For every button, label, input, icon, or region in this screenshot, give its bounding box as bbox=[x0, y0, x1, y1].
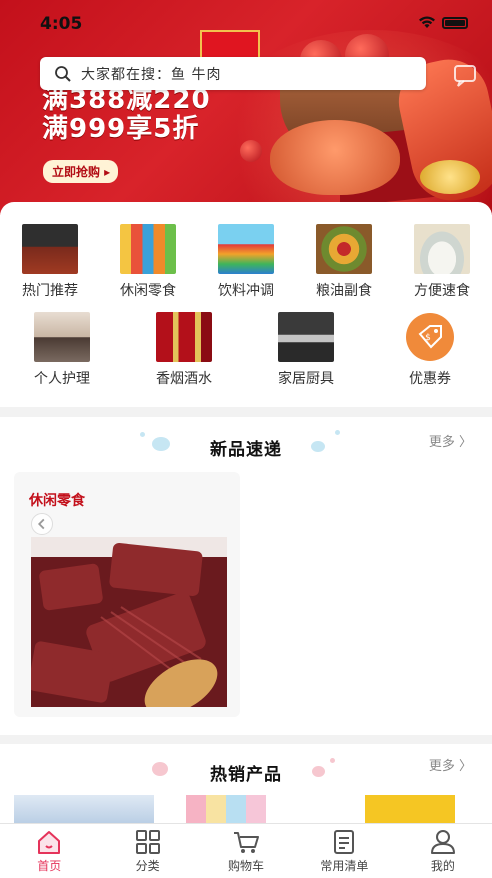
promo-text: 满388减220 满999享5折 bbox=[42, 86, 211, 144]
category-label: 饮料冲调 bbox=[218, 283, 274, 299]
product-card-snacks[interactable]: 休闲零食 bbox=[14, 472, 240, 717]
search-bar[interactable]: 大家都在搜：鱼 牛肉 bbox=[40, 57, 426, 90]
tab-category[interactable]: 分类 bbox=[98, 824, 196, 878]
tab-label: 我的 bbox=[430, 859, 455, 873]
tab-label: 首页 bbox=[37, 859, 62, 873]
category-grid: 热门推荐 休闲零食 饮料冲调 粮油副食 方便速食 个人护理 香烟酒水 家居厨具 bbox=[0, 202, 492, 407]
category-label: 粮油副食 bbox=[316, 283, 372, 299]
category-label: 香烟酒水 bbox=[156, 371, 212, 387]
cherry-image bbox=[240, 140, 262, 162]
list-icon bbox=[334, 830, 355, 854]
category-label: 个人护理 bbox=[34, 371, 90, 387]
wifi-icon bbox=[419, 16, 435, 28]
instant-food-icon bbox=[414, 224, 470, 274]
promo-line-2: 满999享5折 bbox=[42, 114, 200, 144]
category-instant-food[interactable]: 方便速食 bbox=[402, 224, 482, 300]
category-coupon[interactable]: $ 优惠券 bbox=[390, 312, 470, 388]
coupon-icon-wrap: $ bbox=[402, 312, 458, 362]
tab-label: 分类 bbox=[135, 859, 160, 873]
category-personal-care[interactable]: 个人护理 bbox=[22, 312, 102, 388]
new-arrivals-more-link[interactable]: 更多 〉 bbox=[429, 431, 472, 450]
hot-products-more-link[interactable]: 更多 〉 bbox=[429, 755, 472, 774]
cart-icon bbox=[234, 832, 260, 853]
category-drinks[interactable]: 饮料冲调 bbox=[206, 224, 286, 300]
chevron-left-icon[interactable] bbox=[31, 513, 53, 535]
product-card-title: 休闲零食 bbox=[29, 493, 85, 509]
category-label: 优惠券 bbox=[409, 371, 451, 387]
new-arrivals-title: 新品速递 bbox=[210, 440, 282, 460]
hot-product-image[interactable] bbox=[365, 795, 455, 825]
tab-label: 常用清单 bbox=[320, 859, 369, 873]
personal-care-icon bbox=[34, 312, 90, 362]
home-kitchen-icon bbox=[278, 312, 334, 362]
hot-product-image[interactable] bbox=[186, 795, 266, 825]
category-hot-recommend[interactable]: 热门推荐 bbox=[10, 224, 90, 300]
category-label: 方便速食 bbox=[414, 283, 470, 299]
battery-icon bbox=[442, 16, 468, 29]
category-snacks[interactable]: 休闲零食 bbox=[108, 224, 188, 300]
svg-text:$: $ bbox=[425, 333, 431, 343]
grain-oil-icon bbox=[316, 224, 372, 274]
tobacco-liquor-icon bbox=[156, 312, 212, 362]
status-icons bbox=[418, 16, 468, 29]
tab-home[interactable]: 首页 bbox=[0, 824, 98, 878]
buy-now-button[interactable]: 立即抢购 ▸ bbox=[43, 160, 119, 183]
snacks-icon bbox=[120, 224, 176, 274]
crab-image bbox=[270, 120, 400, 195]
category-label: 热门推荐 bbox=[22, 283, 78, 299]
profile-icon bbox=[430, 830, 455, 854]
hot-product-image[interactable] bbox=[14, 795, 154, 825]
coupon-icon: $ bbox=[406, 313, 454, 361]
category-icon bbox=[135, 830, 160, 854]
hot-products-title: 热销产品 bbox=[210, 765, 282, 785]
gold-bow-image bbox=[420, 160, 480, 194]
search-placeholder: 大家都在搜：鱼 牛肉 bbox=[81, 66, 222, 83]
tab-profile[interactable]: 我的 bbox=[394, 824, 492, 878]
category-home-kitchen[interactable]: 家居厨具 bbox=[266, 312, 346, 388]
tab-frequent-list[interactable]: 常用清单 bbox=[295, 824, 393, 878]
bottom-tab-bar: 首页 分类 购物车 常用清单 我的 bbox=[0, 823, 492, 878]
tab-cart[interactable]: 购物车 bbox=[197, 824, 295, 878]
message-icon[interactable] bbox=[450, 60, 480, 90]
category-label: 家居厨具 bbox=[278, 371, 334, 387]
drinks-icon bbox=[218, 224, 274, 274]
search-icon bbox=[55, 65, 71, 82]
hot-recommend-icon bbox=[22, 224, 78, 274]
category-label: 休闲零食 bbox=[120, 283, 176, 299]
category-tobacco-liquor[interactable]: 香烟酒水 bbox=[144, 312, 224, 388]
category-grain-oil[interactable]: 粮油副食 bbox=[304, 224, 384, 300]
beef-jerky-image bbox=[31, 537, 227, 707]
home-icon bbox=[38, 831, 61, 854]
tab-label: 购物车 bbox=[228, 859, 265, 873]
status-time: 4:05 bbox=[40, 14, 83, 34]
promo-line-1: 满388减220 bbox=[42, 85, 211, 115]
